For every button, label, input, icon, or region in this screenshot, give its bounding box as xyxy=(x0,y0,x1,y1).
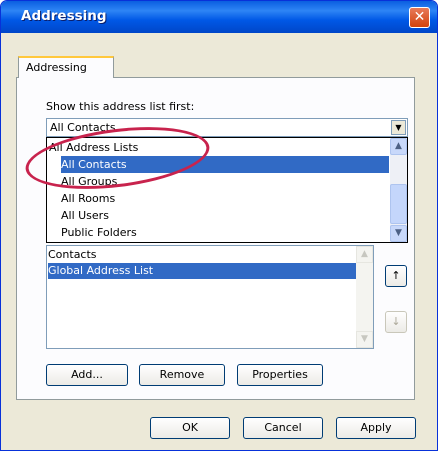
dropdown-option-all-rooms[interactable]: All Rooms xyxy=(61,190,115,207)
move-up-button[interactable]: ↑ xyxy=(385,265,407,287)
apply-button[interactable]: Apply xyxy=(336,417,416,439)
move-down-button[interactable]: ↓ xyxy=(385,311,407,333)
add-button[interactable]: Add... xyxy=(46,364,128,386)
title-bar[interactable]: Addressing ✕ xyxy=(1,1,437,33)
scroll-up-icon[interactable]: ▲ xyxy=(390,138,407,155)
address-lists-listbox[interactable]: Contacts Global Address List ▲ ▼ xyxy=(46,245,374,349)
scroll-up-icon[interactable]: ▲ xyxy=(356,246,373,263)
dropdown-option-all-groups[interactable]: All Groups xyxy=(61,173,117,190)
addressing-dialog: Addressing ✕ Addressing Show this addres… xyxy=(0,0,438,451)
dropdown-option-all-address-lists[interactable]: All Address Lists xyxy=(47,139,391,156)
cancel-button[interactable]: Cancel xyxy=(243,417,323,439)
dropdown-option-public-folders[interactable]: Public Folders xyxy=(61,224,137,241)
tab-label: Addressing xyxy=(26,61,87,74)
list-item[interactable]: Global Address List xyxy=(48,263,357,279)
properties-button[interactable]: Properties xyxy=(237,364,323,386)
scroll-down-icon[interactable]: ▼ xyxy=(390,225,407,242)
address-list-combobox[interactable]: All Contacts ▼ xyxy=(46,118,408,137)
list-item[interactable]: Contacts xyxy=(48,247,97,263)
dropdown-scrollbar[interactable]: ▲ ▼ xyxy=(390,138,407,242)
dropdown-option-all-contacts[interactable]: All Contacts xyxy=(61,156,389,173)
address-list-dropdown[interactable]: All Address Lists All Contacts All Group… xyxy=(46,137,408,243)
tab-addressing[interactable]: Addressing xyxy=(18,56,114,78)
combobox-value: All Contacts xyxy=(50,121,116,134)
ok-button[interactable]: OK xyxy=(150,417,230,439)
scroll-down-icon[interactable]: ▼ xyxy=(356,331,373,348)
dropdown-option-all-users[interactable]: All Users xyxy=(61,207,109,224)
listbox-scrollbar[interactable]: ▲ ▼ xyxy=(356,246,373,348)
remove-button[interactable]: Remove xyxy=(139,364,225,386)
show-first-label: Show this address list first: xyxy=(46,100,195,113)
window-title: Addressing xyxy=(21,8,107,24)
scroll-thumb[interactable] xyxy=(390,184,407,224)
close-button[interactable]: ✕ xyxy=(409,7,430,28)
dropdown-arrow-icon[interactable]: ▼ xyxy=(391,120,406,135)
